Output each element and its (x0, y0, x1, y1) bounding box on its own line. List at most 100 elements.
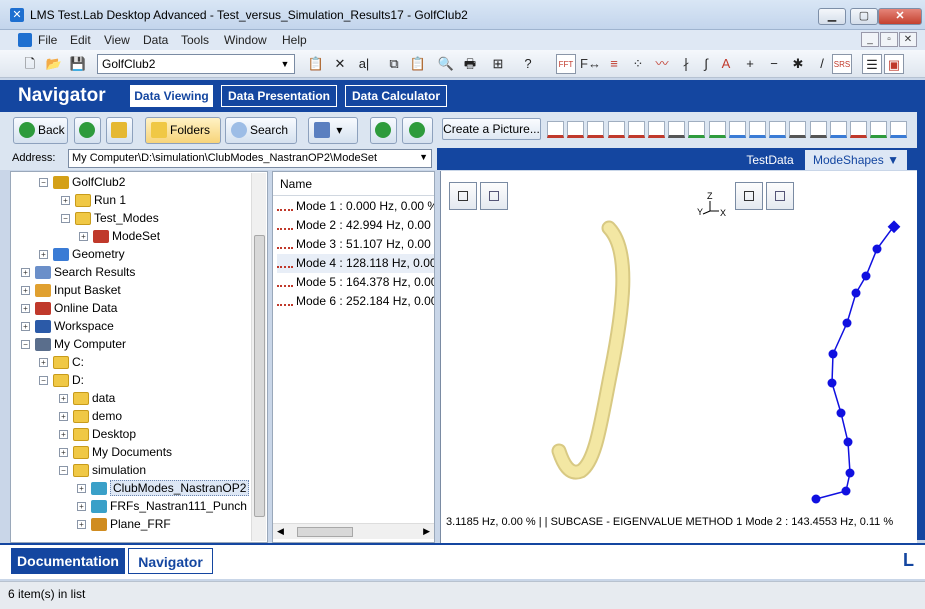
maximize-button[interactable]: ▢ (850, 8, 878, 25)
tab-modeshapes[interactable]: ModeShapes ▼ (805, 150, 907, 170)
forward-button[interactable] (74, 117, 101, 144)
list-scrollbar-thumb[interactable] (297, 527, 353, 537)
display-tool-icon[interactable] (607, 121, 625, 138)
display-tool-icon[interactable] (890, 121, 908, 138)
display-tool-icon[interactable] (728, 121, 746, 138)
doc-minimize-button[interactable]: _ (861, 32, 879, 47)
menu-edit[interactable]: Edit (70, 33, 91, 47)
tab-data-viewing[interactable]: Data Viewing (130, 85, 213, 107)
list-item[interactable]: Mode 1 : 0.000 Hz, 0.00 % (277, 197, 434, 216)
tab-data-calculator[interactable]: Data Calculator (345, 85, 447, 107)
display-tool-icon[interactable] (627, 121, 645, 138)
tab-testdata[interactable]: TestData (740, 150, 800, 170)
display-tool-icon[interactable] (547, 121, 564, 138)
refresh-button[interactable] (370, 117, 397, 144)
close-button[interactable]: ✕ (878, 8, 922, 25)
print-preview-icon[interactable]: 🔍 (436, 54, 456, 74)
paste-special-icon[interactable]: 📋 (306, 54, 326, 74)
expand-icon[interactable]: + (79, 232, 88, 242)
save-icon[interactable]: 💾 (68, 54, 88, 74)
display-tool-icon[interactable] (648, 121, 665, 138)
properties-icon[interactable]: ⊞ (488, 54, 508, 74)
scatter-icon[interactable]: ⁘ (628, 54, 648, 74)
tab-navigator[interactable]: Navigator (128, 548, 213, 574)
tree-item[interactable]: + Online Data (21, 299, 117, 317)
display-tool-icon[interactable] (789, 121, 807, 138)
view-options-right-button[interactable] (766, 182, 794, 210)
tab-data-presentation[interactable]: Data Presentation (221, 85, 337, 107)
add-icon[interactable]: + (740, 54, 760, 74)
expand-icon[interactable]: + (77, 484, 86, 494)
multiply-icon[interactable]: ✱ (788, 54, 808, 74)
tree-item[interactable]: − D: (39, 371, 84, 389)
folders-button[interactable]: Folders (145, 117, 221, 144)
srs-icon[interactable]: SRS (832, 54, 852, 74)
tree-item[interactable]: + Desktop (59, 425, 136, 443)
list-view-icon[interactable]: ☰ (862, 54, 882, 74)
expand-icon[interactable]: + (21, 304, 30, 314)
expand-icon[interactable]: + (21, 286, 30, 296)
menu-file[interactable]: File (38, 33, 57, 47)
mode-shape-viewport[interactable]: Z Y X (440, 171, 917, 543)
save-red-icon[interactable]: ▣ (884, 54, 904, 74)
display-tool-icon[interactable] (850, 121, 867, 138)
tree-item[interactable]: + ClubModes_NastranOP2 (77, 479, 250, 497)
expand-icon[interactable]: + (77, 520, 86, 530)
a-weighting-icon[interactable]: A (716, 54, 736, 74)
tree-item[interactable]: + Workspace (21, 317, 114, 335)
tree-item[interactable]: + Run 1 (61, 191, 126, 209)
tree-item[interactable]: − My Computer (21, 335, 126, 353)
frf-icon[interactable]: F↔ (580, 54, 601, 74)
list-item[interactable]: Mode 5 : 164.378 Hz, 0.00 (277, 273, 434, 292)
display-tool-icon[interactable] (668, 121, 686, 138)
menu-view[interactable]: View (104, 33, 130, 47)
tree-item[interactable]: − simulation (59, 461, 146, 479)
up-folder-button[interactable] (106, 117, 133, 144)
display-tool-icon[interactable] (587, 121, 605, 138)
tree-scrollbar-thumb[interactable] (254, 235, 265, 517)
minimize-button[interactable]: ▁ (818, 8, 846, 25)
tree-item[interactable]: + data (59, 389, 115, 407)
list-item[interactable]: Mode 2 : 42.994 Hz, 0.00 % (277, 216, 434, 235)
display-tool-icon[interactable] (688, 121, 706, 138)
expand-icon[interactable]: + (59, 448, 68, 458)
zoom-fit-right-button[interactable] (735, 182, 763, 210)
display-tool-icon[interactable] (708, 121, 726, 138)
tree-scrollbar[interactable] (251, 173, 266, 541)
copy-icon[interactable]: ⧉ (384, 54, 404, 74)
tab-documentation[interactable]: Documentation (11, 548, 125, 574)
tree-item[interactable]: + My Documents (59, 443, 172, 461)
go-button[interactable] (402, 117, 433, 144)
menu-data[interactable]: Data (143, 33, 168, 47)
paste-icon[interactable]: 📋 (408, 54, 428, 74)
expand-icon[interactable]: + (77, 502, 86, 512)
display-tool-icon[interactable] (749, 121, 766, 138)
tree-item[interactable]: + Geometry (39, 245, 125, 263)
project-select[interactable]: GolfClub2 ▼ (97, 54, 295, 74)
delete-icon[interactable]: ✕ (330, 54, 350, 74)
tree-item[interactable]: − GolfClub2 (39, 173, 125, 191)
display-tool-icon[interactable] (567, 121, 585, 138)
octave-icon[interactable]: ≡ (604, 54, 624, 74)
name-column-header[interactable]: Name (273, 172, 434, 196)
menu-window[interactable]: Window (224, 33, 267, 47)
tree-item[interactable]: + FRFs_Nastran111_Punch (77, 497, 247, 515)
list-item[interactable]: Mode 6 : 252.184 Hz, 0.00 (277, 292, 434, 311)
collapse-icon[interactable]: − (39, 376, 48, 386)
differentiate-icon[interactable]: ∤ (676, 54, 696, 74)
doc-close-button[interactable]: ✕ (899, 32, 917, 47)
tree-item[interactable]: + demo (59, 407, 122, 425)
expand-icon[interactable]: + (39, 358, 48, 368)
tree-item[interactable]: + Plane_FRF (77, 515, 171, 533)
divide-icon[interactable]: / (812, 54, 832, 74)
expand-icon[interactable]: + (61, 196, 70, 206)
display-tool-icon[interactable] (769, 121, 787, 138)
tree-item[interactable]: + ModeSet (79, 227, 160, 245)
list-item[interactable]: Mode 3 : 51.107 Hz, 0.00 % (277, 235, 434, 254)
search-button[interactable]: Search (225, 117, 297, 144)
tree-item[interactable]: − Test_Modes (61, 209, 159, 227)
view-options-left-button[interactable] (480, 182, 508, 210)
list-horizontal-scrollbar[interactable]: ◀ ▶ (273, 523, 434, 539)
expand-icon[interactable]: + (21, 322, 30, 332)
expand-icon[interactable]: + (59, 394, 68, 404)
